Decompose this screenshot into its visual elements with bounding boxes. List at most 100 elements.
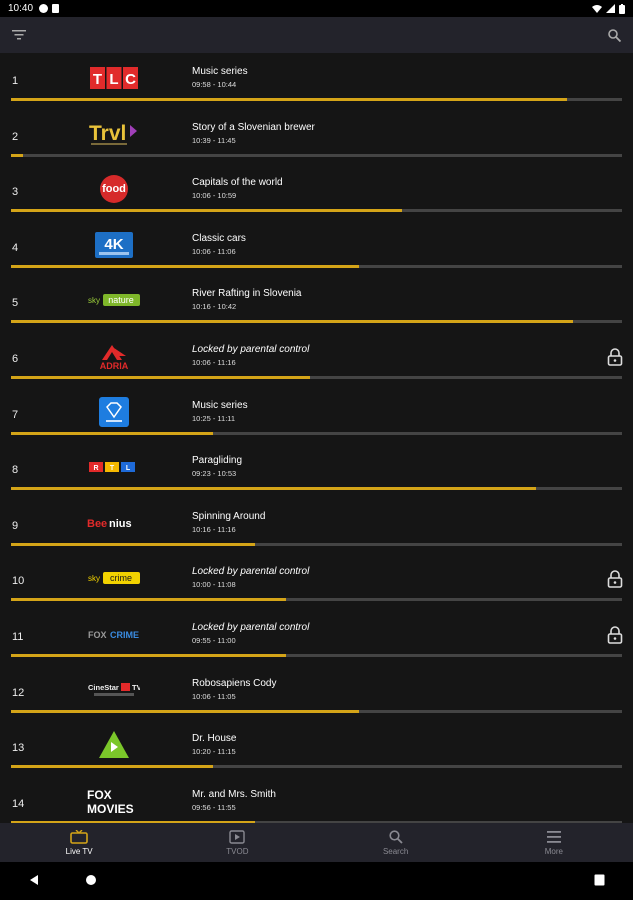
channel-row[interactable]: 11 FOX CRIME Locked by parental control 09:5… — [0, 609, 633, 665]
nav-tab-live-tv[interactable]: Live TV — [0, 823, 158, 862]
channel-logo — [80, 731, 148, 759]
channel-row[interactable]: 10 sky crime Locked by parental control 10:0… — [0, 553, 633, 609]
svg-text:nius: nius — [109, 518, 132, 530]
play-square-icon — [229, 829, 246, 844]
channel-row[interactable]: 1 T L C Music series 09:58 - 10:44 — [0, 53, 633, 109]
program-time: 10:06 - 11:06 — [192, 246, 236, 256]
lock-icon — [607, 348, 623, 366]
channel-logo — [80, 396, 148, 427]
progress-track — [11, 598, 622, 602]
svg-text:CineStar: CineStar — [88, 683, 119, 692]
recents-icon[interactable] — [594, 874, 605, 886]
filter-icon[interactable] — [10, 26, 28, 44]
channel-row[interactable]: 2 Trvl Story of a Slovenian brewer 10:39 - … — [0, 109, 633, 165]
progress-fill — [11, 765, 213, 769]
channel-logo: ADRIA — [80, 343, 148, 370]
progress-fill — [11, 209, 403, 213]
progress-track — [11, 542, 622, 546]
nav-tab-more[interactable]: More — [475, 823, 633, 862]
channel-row[interactable]: 3 food Capitals of the world 10:06 - 10:59 — [0, 164, 633, 220]
channel-number: 11 — [12, 631, 24, 643]
channel-row[interactable]: 9 Bee nius Spinning Around 10:16 - 11:16 — [0, 498, 633, 554]
channel-logo: FOX MOVIES — [80, 788, 148, 815]
progress-fill — [11, 542, 256, 546]
svg-text:FOX: FOX — [88, 630, 107, 640]
program-time: 10:16 - 10:42 — [192, 302, 237, 312]
svg-text:crime: crime — [110, 573, 132, 583]
channel-logo: food — [80, 175, 148, 204]
program-title: Classic cars — [192, 232, 246, 244]
progress-fill — [11, 654, 286, 657]
nav-label-more: More — [544, 846, 563, 856]
nav-tab-tvod[interactable]: TVOD — [158, 823, 316, 862]
channel-logo: Trvl — [80, 121, 148, 147]
progress-fill — [11, 264, 360, 268]
progress-track — [11, 264, 622, 268]
wifi-icon — [592, 5, 602, 13]
program-title: Paragliding — [192, 455, 243, 467]
channel-logo: RTL — [80, 454, 148, 480]
channel-number: 3 — [12, 186, 19, 199]
channel-number: 2 — [12, 130, 19, 143]
program-title: Spinning Around — [192, 510, 266, 522]
menu-icon — [546, 830, 561, 843]
channel-row[interactable]: 6 ADRIA Locked by parental control 10:06 - … — [0, 331, 633, 387]
channel-logo: sky nature — [80, 287, 148, 313]
svg-text:T: T — [93, 71, 102, 88]
progress-fill — [11, 98, 567, 101]
channel-logo: TLC — [80, 65, 148, 91]
svg-text:MOVIES: MOVIES — [87, 802, 134, 815]
progress-track — [11, 709, 622, 713]
signal-icon — [606, 4, 615, 13]
program-time: 10:16 - 11:16 — [192, 524, 236, 534]
back-icon[interactable] — [28, 874, 40, 886]
sim-icon — [52, 4, 60, 13]
channel-row[interactable]: 13 Dr. House 10:20 - 11:15 — [0, 720, 633, 776]
program-time: 10:20 - 11:15 — [192, 747, 236, 757]
channel-logo: FOX CRIME — [80, 621, 148, 647]
program-time: 09:23 - 10:53 — [192, 469, 237, 479]
channel-number: 14 — [12, 797, 25, 810]
channel-logo: Bee nius — [80, 510, 148, 536]
progress-fill — [11, 487, 537, 491]
program-time: 09:55 - 11:00 — [192, 636, 236, 645]
status-bar: 10:40 — [0, 0, 633, 17]
svg-text:Trvl: Trvl — [89, 122, 126, 145]
system-nav-bar — [0, 862, 633, 900]
app-bar — [0, 17, 633, 53]
home-icon[interactable] — [85, 874, 97, 886]
channel-row[interactable]: 12 CineStar TV Robosapiens Cody 10:06 - 11:0… — [0, 665, 633, 721]
channel-row[interactable]: 7 Music series 10:25 - 11:11 — [0, 387, 633, 443]
program-time: 10:25 - 11:11 — [192, 413, 236, 423]
program-title: Story of a Slovenian brewer — [192, 121, 315, 133]
svg-text:food: food — [102, 183, 126, 195]
program-title: Locked by parental control — [192, 622, 310, 633]
search-icon — [389, 829, 403, 844]
program-title: Locked by parental control — [192, 344, 310, 355]
status-icons — [592, 3, 625, 14]
progress-fill — [11, 709, 360, 713]
search-icon[interactable] — [605, 26, 623, 44]
notification-icon — [39, 4, 49, 13]
channel-row[interactable]: 8 R T L Paragliding 09:23 - 10:53 — [0, 442, 633, 498]
channel-row[interactable]: 14 FOX MOVIES Mr. and Mrs. Smith 09:56 - 11:… — [0, 776, 633, 823]
nav-label-live-tv: Live TV — [65, 846, 93, 856]
battery-icon — [619, 3, 625, 14]
progress-track — [11, 487, 622, 491]
channel-number: 9 — [12, 519, 19, 532]
program-title: Robosapiens Cody — [192, 677, 277, 689]
program-title: Music series — [192, 399, 248, 411]
channel-number: 8 — [12, 464, 19, 477]
progress-fill — [11, 153, 24, 157]
progress-fill — [11, 598, 286, 602]
program-time: 09:56 - 11:55 — [192, 802, 236, 812]
channel-logo: sky crime — [80, 565, 148, 591]
channel-row[interactable]: 5 sky nature River Rafting in Slovenia 10:16… — [0, 275, 633, 331]
channel-row[interactable]: 4 4K Classic cars 10:06 - 11:06 — [0, 220, 633, 276]
channel-list[interactable]: 1 T L C Music series 09:58 - 10:44 2 Trvl Story … — [0, 53, 633, 823]
bottom-nav: Live TV TVOD Search More — [0, 823, 633, 862]
nav-tab-search[interactable]: Search — [317, 823, 475, 862]
channel-number: 4 — [12, 241, 19, 254]
svg-text:C: C — [125, 71, 136, 88]
channel-logo: 4K — [80, 231, 148, 258]
